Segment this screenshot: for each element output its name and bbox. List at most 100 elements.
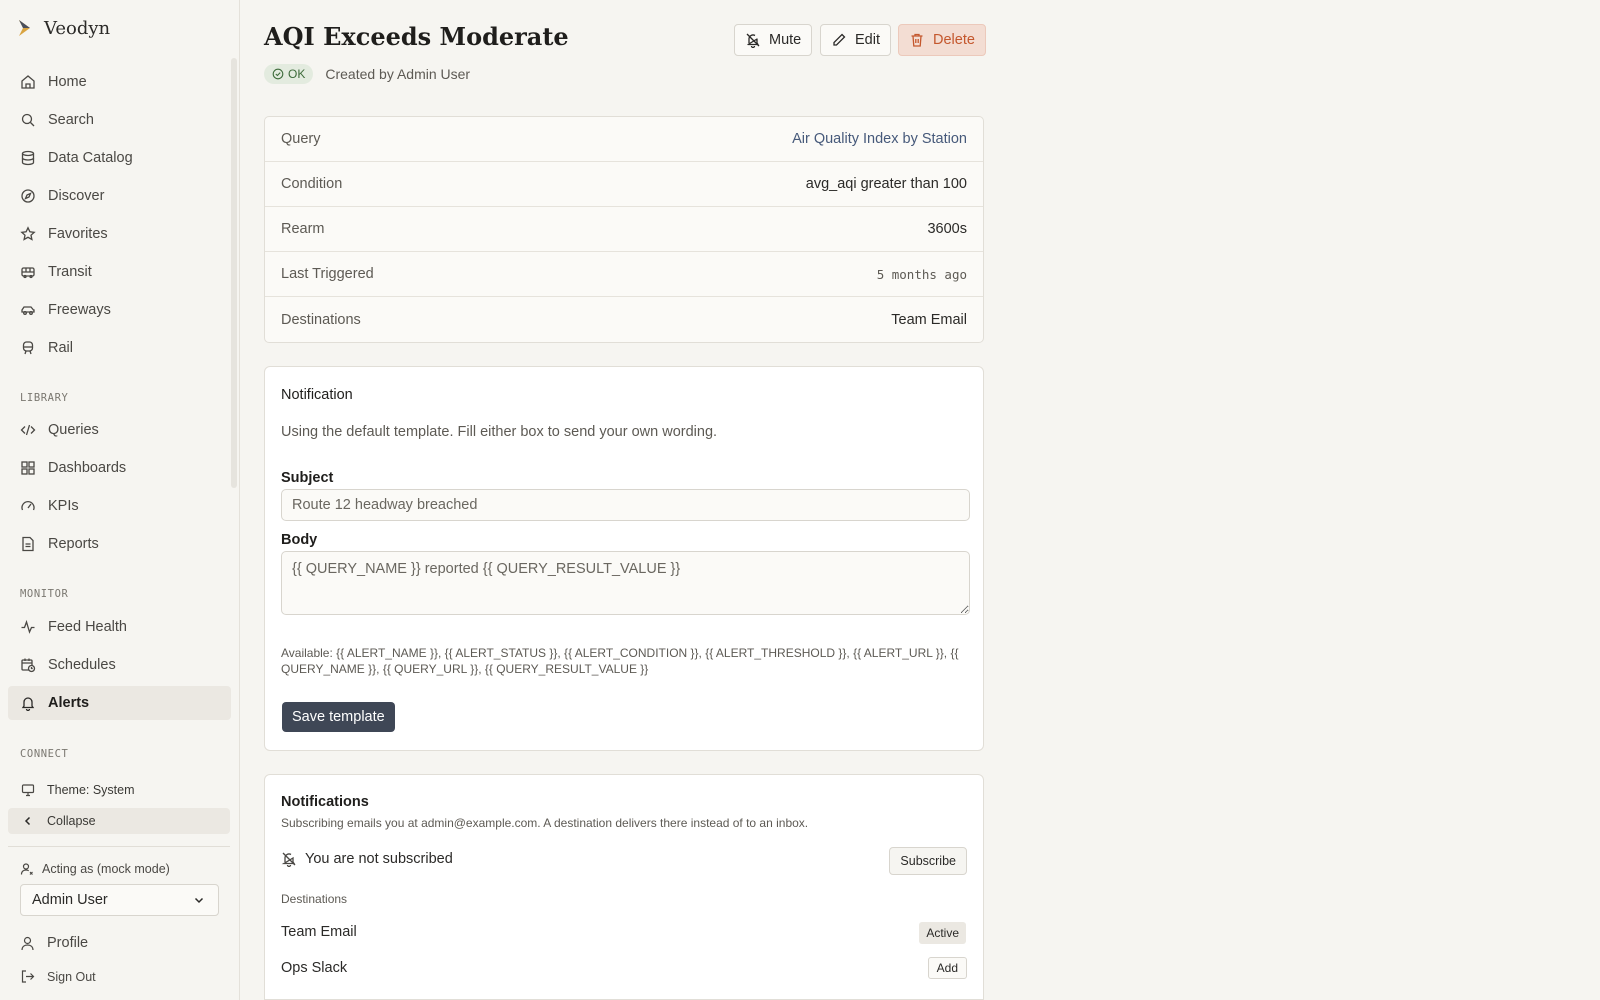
train-icon	[22, 341, 34, 355]
property-value: avg_aqi greater than 100	[805, 176, 967, 192]
sidebar-item-search[interactable]: Search	[8, 103, 231, 137]
destination-add-button[interactable]: Add	[927, 957, 967, 979]
logo-icon	[14, 17, 36, 39]
destinations-label: Destinations	[281, 892, 348, 906]
acting-user-value: Admin User	[32, 892, 108, 908]
sidebar-item-transit[interactable]: Transit	[8, 255, 231, 289]
destination-name: Ops Slack	[281, 960, 348, 976]
sign-out-link[interactable]: Sign Out	[20, 969, 96, 984]
subscription-status-text: You are not subscribed	[305, 851, 453, 867]
body-textarea[interactable]	[281, 551, 970, 615]
section-label-connect: CONNECT	[20, 748, 69, 760]
bell-icon	[21, 697, 35, 711]
mute-button[interactable]: Mute	[734, 24, 813, 56]
sidebar-item-freeways[interactable]: Freeways	[8, 293, 231, 327]
query-link[interactable]: Air Quality Index by Station	[792, 131, 967, 147]
notification-template-card: Notification Using the default template.…	[264, 366, 984, 751]
subject-input[interactable]	[281, 489, 970, 521]
sidebar-item-schedules[interactable]: Schedules	[8, 648, 231, 682]
acting-user-select[interactable]: Admin User	[20, 884, 219, 916]
sidebar-item-discover[interactable]: Discover	[8, 179, 231, 213]
created-by: Created by Admin User	[325, 66, 471, 82]
sidebar-item-label: Freeways	[48, 302, 111, 318]
trash-icon	[911, 33, 923, 47]
template-note: Using the default template. Fill either …	[281, 424, 718, 440]
sidebar-item-home[interactable]: Home	[8, 65, 231, 99]
edit-label: Edit	[855, 32, 880, 48]
property-key: Destinations	[281, 311, 361, 328]
calendar-clock-icon	[21, 658, 36, 673]
save-template-button[interactable]: Save template	[282, 702, 395, 732]
sidebar-item-label: Data Catalog	[48, 150, 133, 166]
sidebar-divider	[8, 846, 230, 847]
sign-out-label: Sign Out	[47, 969, 96, 984]
home-icon	[21, 75, 35, 89]
property-value: 3600s	[927, 221, 967, 237]
delete-button[interactable]: Delete	[898, 24, 986, 56]
collapse-label: Collapse	[47, 814, 96, 828]
status-text: OK	[288, 67, 306, 81]
sidebar-scrollbar[interactable]	[231, 58, 237, 488]
notifications-subtitle: Subscribing emails you at admin@example.…	[281, 816, 809, 830]
sidebar-item-favorites[interactable]: Favorites	[8, 217, 231, 251]
edit-button[interactable]: Edit	[820, 24, 891, 56]
sidebar-item-label: Favorites	[48, 226, 108, 242]
logout-icon	[21, 970, 35, 983]
theme-toggle[interactable]: Theme: System	[8, 777, 230, 803]
property-key: Last Triggered	[281, 266, 374, 282]
database-icon	[21, 150, 35, 166]
sidebar-item-queries[interactable]: Queries	[8, 413, 231, 447]
compass-icon	[21, 189, 35, 203]
sidebar-item-dashboards[interactable]: Dashboards	[8, 451, 231, 485]
user-switch-icon	[20, 863, 33, 875]
subject-label: Subject	[281, 470, 334, 486]
property-row-destinations: Destinations Team Email	[265, 297, 983, 342]
sidebar-item-data-catalog[interactable]: Data Catalog	[8, 141, 231, 175]
available-variables: Available: {{ ALERT_NAME }}, {{ ALERT_ST…	[281, 645, 961, 677]
subscribe-button[interactable]: Subscribe	[889, 847, 967, 875]
sidebar-item-label: Rail	[48, 340, 73, 356]
sidebar-item-rail[interactable]: Rail	[8, 331, 231, 365]
collapse-button[interactable]: Collapse	[8, 808, 230, 834]
sidebar-item-label: Home	[48, 74, 87, 90]
destination-name: Team Email	[281, 924, 357, 940]
property-key: Condition	[281, 176, 343, 192]
monitor-icon	[21, 784, 35, 797]
chevron-left-icon	[24, 816, 31, 826]
sidebar-item-label: Queries	[48, 422, 99, 438]
car-icon	[21, 306, 35, 315]
sidebar: Veodyn Home Search Data Catalog Discover…	[0, 0, 240, 1000]
sidebar-item-label: Alerts	[48, 695, 90, 711]
brand[interactable]: Veodyn	[14, 16, 110, 40]
sidebar-item-label: Reports	[48, 536, 99, 552]
profile-link[interactable]: Profile	[20, 935, 88, 951]
available-line: QUERY_NAME }}, {{ QUERY_URL }}, {{ QUERY…	[281, 662, 649, 676]
property-value: Team Email	[891, 311, 967, 328]
sidebar-item-label: Transit	[48, 264, 92, 280]
card-title: Notifications	[281, 794, 369, 810]
property-key: Query	[281, 131, 321, 147]
status-row: OK Created by Admin User	[264, 64, 470, 84]
property-key: Rearm	[281, 221, 325, 237]
alert-properties: Query Air Quality Index by Station Condi…	[264, 116, 984, 343]
sidebar-item-label: Schedules	[48, 657, 116, 673]
dashboard-icon	[21, 461, 35, 475]
bus-icon	[21, 267, 35, 279]
bell-off-icon	[746, 33, 760, 48]
check-circle-icon	[272, 68, 284, 80]
property-row-query: Query Air Quality Index by Station	[265, 117, 983, 162]
sidebar-item-alerts[interactable]: Alerts	[8, 686, 231, 720]
sidebar-item-label: KPIs	[48, 498, 79, 514]
sidebar-item-label: Discover	[48, 188, 105, 204]
sidebar-item-feed-health[interactable]: Feed Health	[8, 610, 231, 644]
profile-label: Profile	[47, 935, 89, 951]
sidebar-item-kpis[interactable]: KPIs	[8, 489, 231, 523]
sidebar-item-label: Feed Health	[48, 619, 127, 635]
bell-off-icon	[281, 852, 296, 867]
section-label-library: LIBRARY	[20, 392, 69, 404]
property-value: 5 months ago	[876, 266, 967, 282]
sidebar-item-label: Dashboards	[48, 460, 127, 476]
code-icon	[20, 424, 36, 436]
destination-active-badge[interactable]: Active	[919, 922, 966, 944]
sidebar-item-reports[interactable]: Reports	[8, 527, 231, 561]
